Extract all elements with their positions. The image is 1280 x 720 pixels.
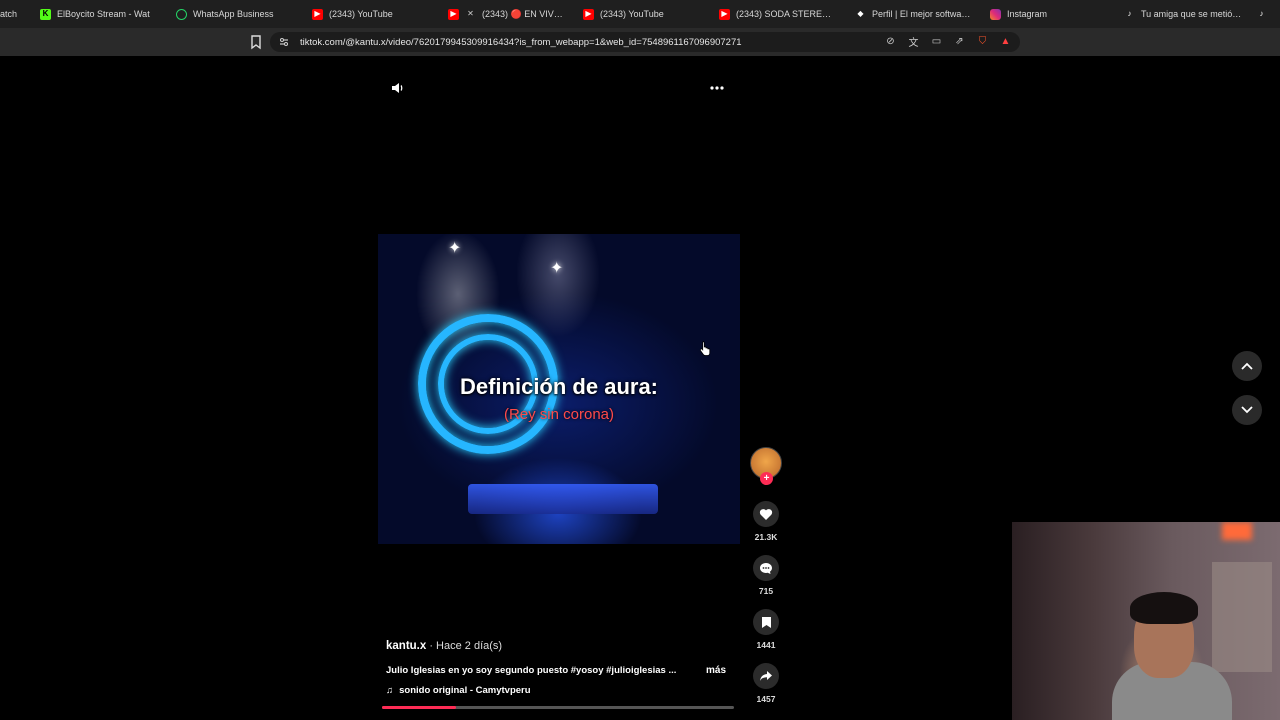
tab-title: (2343) YouTube: [600, 9, 664, 19]
stage-floor: [468, 484, 658, 514]
share-arrow-icon: [760, 671, 772, 681]
post-info: kantu.x · Hace 2 día(s) Julio Iglesias e…: [386, 640, 736, 696]
comment-icon: [760, 562, 772, 574]
like-action[interactable]: 21.3K: [748, 501, 784, 542]
chevron-down-icon: [1241, 406, 1253, 414]
browser-tab[interactable]: ▶ (2343) SODA STEREO 30 É: [719, 4, 837, 24]
browser-tab[interactable]: ▶ ✕ (2343) 🔴 EN VIVO DE: [448, 4, 564, 24]
webcam-person-hair: [1130, 592, 1198, 624]
webcam-overlay: [1012, 522, 1280, 720]
webcam-lamp: [1222, 522, 1252, 540]
author-username[interactable]: kantu.x: [386, 640, 426, 652]
profile-icon: ◆: [857, 9, 864, 18]
share-icon[interactable]: ⇗: [953, 35, 966, 48]
browser-tab[interactable]: WhatsApp Business: [176, 4, 276, 24]
video-caption-title: Definición de aura:: [459, 374, 659, 399]
save-action[interactable]: 1441: [748, 609, 784, 650]
comment-count: 715: [758, 586, 774, 596]
tab-title: (2343) 🔴 EN VIVO DE: [482, 8, 564, 19]
address-bar[interactable]: tiktok.com/@kantu.x/video/76201799453099…: [270, 32, 1020, 52]
tab-title: Instagram: [1007, 9, 1048, 19]
save-count: 1441: [756, 640, 776, 650]
brave-shield-icon[interactable]: ⛉: [976, 35, 989, 48]
chevron-up-icon: [1241, 362, 1253, 370]
youtube-icon: ▶: [583, 8, 594, 20]
youtube-icon: ▶: [719, 8, 730, 20]
translate-icon[interactable]: 文: [907, 35, 920, 49]
author-line: kantu.x · Hace 2 día(s): [386, 640, 736, 652]
heart-icon: [759, 508, 773, 520]
stage-light: ✦: [448, 240, 462, 257]
like-count: 21.3K: [754, 532, 778, 542]
browser-tab[interactable]: ◆ Perfil | El mejor software p: [855, 4, 973, 24]
stage-light: ✦: [550, 260, 564, 277]
url-text[interactable]: tiktok.com/@kantu.x/video/76201799453099…: [300, 37, 860, 48]
browser-tab[interactable]: K ElBoycito Stream - Wat: [40, 4, 158, 24]
comment-button[interactable]: [753, 555, 779, 581]
video-player[interactable]: ✦ ✦ Definición de aura: (Rey sin corona)…: [378, 58, 740, 716]
webcam-shelf: [1212, 562, 1272, 672]
browser-tab[interactable]: Instagram: [990, 4, 1090, 24]
bookmark-icon: [761, 616, 771, 628]
post-time: · Hace 2 día(s): [426, 640, 503, 652]
brave-rewards-icon[interactable]: ▲: [999, 35, 1012, 48]
browser-tab[interactable]: ♪ Tu amiga que se metió a cl: [1124, 4, 1243, 24]
music-title[interactable]: sonido original - Camytvperu: [399, 685, 530, 696]
share-button[interactable]: [753, 663, 779, 689]
site-settings-icon[interactable]: [278, 36, 290, 48]
follow-plus-icon[interactable]: +: [760, 472, 773, 485]
browser-tab[interactable]: ▶ (2343) YouTube: [583, 4, 683, 24]
share-count: 1457: [756, 694, 776, 704]
whatsapp-icon: [176, 8, 187, 20]
previous-video-button[interactable]: [1232, 351, 1262, 381]
browser-toolbar: tiktok.com/@kantu.x/video/76201799453099…: [0, 28, 1280, 56]
volume-icon[interactable]: [390, 80, 406, 96]
youtube-icon: ▶: [448, 8, 459, 20]
video-caption-subtitle: (Rey sin corona): [503, 406, 615, 423]
post-description: Julio Iglesias en yo soy segundo puesto …: [386, 665, 736, 676]
next-video-button[interactable]: [1232, 395, 1262, 425]
browser-tab[interactable]: atch: [0, 4, 20, 24]
youtube-icon: ▶: [312, 8, 323, 20]
tab-title: WhatsApp Business: [193, 9, 274, 19]
tab-title: (2343) SODA STEREO 30 É: [736, 9, 837, 19]
tab-title: ElBoycito Stream - Wat: [57, 9, 150, 19]
music-info[interactable]: ♫ sonido original - Camytvperu: [386, 685, 531, 696]
tab-title: Perfil | El mejor software p: [872, 9, 973, 19]
description-text[interactable]: Julio Iglesias en yo soy segundo puesto …: [386, 665, 678, 676]
hand-cursor-icon: [699, 341, 711, 356]
video-progress-bar[interactable]: [382, 706, 734, 709]
tab-title: atch: [0, 9, 18, 19]
bookmark-icon[interactable]: [249, 34, 263, 50]
more-options-icon[interactable]: [708, 80, 726, 96]
browser-tab[interactable]: ▶ (2343) YouTube: [312, 4, 412, 24]
share-action[interactable]: 1457: [748, 663, 784, 704]
tiktok-icon: ♪: [1127, 9, 1132, 18]
tiktok-icon: ♪: [1259, 9, 1264, 18]
save-button[interactable]: [753, 609, 779, 635]
music-note-icon: ♫: [386, 685, 394, 696]
tab-title: Tu amiga que se metió a cl: [1141, 9, 1242, 19]
instagram-icon: [990, 8, 1001, 20]
no-tracking-icon[interactable]: ⊘: [884, 35, 897, 48]
cast-icon[interactable]: ▭: [930, 35, 943, 48]
comment-action[interactable]: 715: [748, 555, 784, 596]
more-link[interactable]: más: [706, 665, 726, 676]
muted-icon[interactable]: ✕: [465, 9, 476, 20]
kick-icon: K: [40, 8, 51, 20]
video-progress-fill: [382, 706, 456, 709]
like-button[interactable]: [753, 501, 779, 527]
browser-tab-active[interactable]: ♪: [1256, 4, 1280, 24]
browser-tab-strip: atch K ElBoycito Stream - Wat WhatsApp B…: [0, 0, 1280, 28]
tab-title: (2343) YouTube: [329, 9, 393, 19]
video-frame[interactable]: ✦ ✦ Definición de aura: (Rey sin corona): [378, 234, 740, 544]
